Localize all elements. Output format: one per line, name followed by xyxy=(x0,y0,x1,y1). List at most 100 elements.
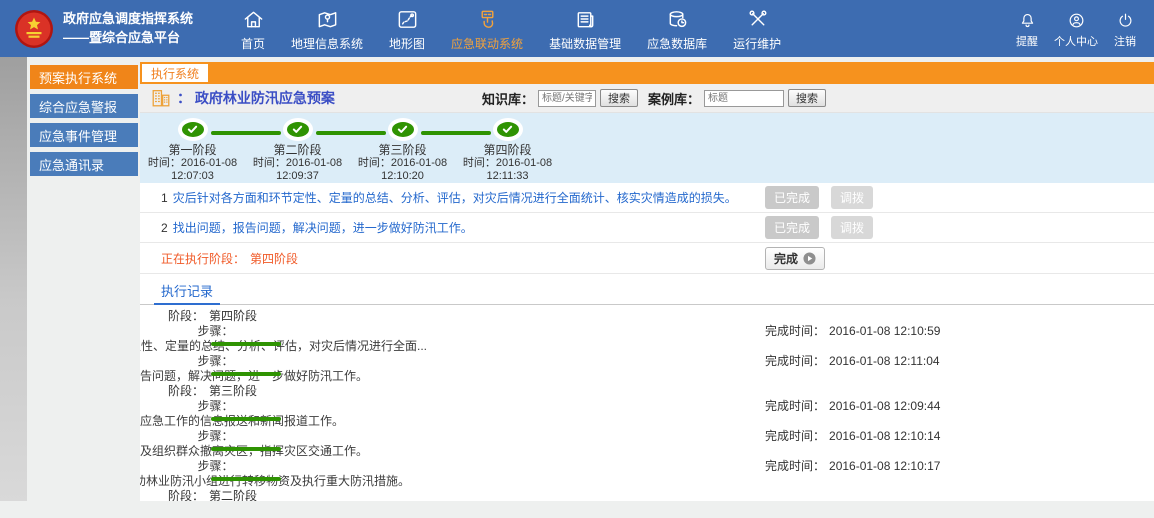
nav-item-emergency-database[interactable]: 应急数据库 xyxy=(634,0,720,58)
main-content: 执行系统 ： 政府林业防汛应急预案 知识库： 搜索 案例库： 搜索 xyxy=(140,62,1154,501)
task-buttons: 已完成调拨 xyxy=(765,216,873,239)
gis-map-icon xyxy=(316,8,339,32)
record-step-row: 步骤：开展防洪应急工作的信息报送和新闻报道工作。完成时间：2016-01-08 … xyxy=(140,399,245,429)
nav-item-label: 应急联动系统 xyxy=(451,35,523,52)
completion-time-label: 完成时间： xyxy=(765,459,825,473)
task-list: 1灾后针对各方面和环节定性、定量的总结、分析、评估，对灾后情况进行全面统计、核实… xyxy=(140,183,1154,243)
record-stage-name: 第二阶段 xyxy=(209,489,257,501)
nav-item-gis[interactable]: 地理信息系统 xyxy=(278,0,376,58)
record-step-label: 步骤： xyxy=(197,324,233,339)
terrain-map-icon xyxy=(396,8,419,32)
basic-data-icon xyxy=(574,8,597,32)
action-logout[interactable]: 注销 xyxy=(1110,2,1140,55)
stage-progress: 第一阶段时间：2016-01-0812:07:03第二阶段时间：2016-01-… xyxy=(140,113,1154,183)
finish-button-label: 完成 xyxy=(774,250,798,267)
sidebar-menu: 预案执行系统综合应急警报应急事件管理应急通讯录 xyxy=(0,62,140,176)
record-stage-label: 阶段： xyxy=(168,309,204,323)
app-title-line1: 政府应急调度指挥系统 xyxy=(63,10,193,28)
allocate-button[interactable]: 调拨 xyxy=(831,186,873,209)
record-stage-name: 第四阶段 xyxy=(209,309,257,323)
execution-record-list: 阶段：第四阶段步骤：灾后针对各方面和环节定性、定量的总结、分析、评估，对灾后情况… xyxy=(140,305,1154,501)
nav-item-maintenance[interactable]: 运行维护 xyxy=(720,0,794,58)
task-number: 1 xyxy=(161,191,168,205)
record-step-row: 步骤：灾后针对各方面和环节定性、定量的总结、分析、评估，对灾后情况进行全面...… xyxy=(140,324,245,354)
sidebar-item-contacts[interactable]: 应急通讯录 xyxy=(30,152,138,176)
stage-date-value: 2016-01-08 xyxy=(286,157,342,169)
execution-record-header: 执行记录 xyxy=(140,280,1154,305)
emergency-database-icon xyxy=(666,8,689,32)
play-icon xyxy=(803,252,816,265)
action-personal-center[interactable]: 个人中心 xyxy=(1050,2,1102,55)
record-stage-row: 阶段：第二阶段 xyxy=(140,489,1154,501)
stage-date: 时间：2016-01-08 xyxy=(463,157,552,170)
record-stage-label: 阶段： xyxy=(168,384,204,398)
record-completion-time: 完成时间： 2016-01-08 12:11:04 xyxy=(765,354,940,369)
nav-item-label: 基础数据管理 xyxy=(549,35,621,52)
record-step-text: 其他部门根据需要协助林业防汛小组进行转移物资及执行重大防汛措施。 xyxy=(140,474,410,489)
search-area: 知识库： 搜索 案例库： 搜索 xyxy=(482,89,826,108)
nav-item-home[interactable]: 首页 xyxy=(228,0,278,58)
record-stage-name: 第三阶段 xyxy=(209,384,257,398)
record-step-text: 灾后针对各方面和环节定性、定量的总结、分析、评估，对灾后情况进行全面... xyxy=(140,339,427,354)
power-icon xyxy=(1116,10,1135,30)
stage-name: 第二阶段 xyxy=(273,144,321,157)
maintenance-icon xyxy=(746,8,769,32)
completion-time-value: 2016-01-08 12:11:04 xyxy=(829,354,940,368)
record-stage-row: 阶段： 第四阶段 xyxy=(140,309,1154,324)
case-base-label: 案例库： xyxy=(648,89,700,108)
completed-button[interactable]: 已完成 xyxy=(765,186,819,209)
stage-time-value: 12:07:03 xyxy=(171,170,214,183)
plan-title: ： 政府林业防汛应急预案 xyxy=(177,88,335,108)
top-bar: 政府应急调度指挥系统 ——暨综合应急平台 首页地理信息系统地形图应急联动系统 基础… xyxy=(0,0,1154,57)
stage-complete-check-icon xyxy=(497,122,519,137)
record-step-text: 开展防洪应急工作的信息报送和新闻报道工作。 xyxy=(140,414,344,429)
user-actions: 提醒个人中心注销 xyxy=(1012,2,1140,55)
completion-time-label: 完成时间： xyxy=(765,324,825,338)
record-step-text: 找出问题，报告问题，解决问题，进一步做好防汛工作。 xyxy=(140,369,368,384)
sidebar-item-event-management[interactable]: 应急事件管理 xyxy=(30,123,138,147)
finish-button[interactable]: 完成 xyxy=(765,247,825,270)
stage-time-value: 12:10:20 xyxy=(381,170,424,183)
case-search-button[interactable]: 搜索 xyxy=(788,89,826,107)
nav-item-label: 运行维护 xyxy=(733,35,781,52)
nav-item-basic-data[interactable]: 基础数据管理 xyxy=(536,0,634,58)
action-label: 注销 xyxy=(1114,33,1136,49)
stage-step-1: 第一阶段时间：2016-01-0812:07:03 xyxy=(140,113,245,183)
sidebar-item-plan-execution[interactable]: 预案执行系统 xyxy=(30,65,138,89)
action-reminder[interactable]: 提醒 xyxy=(1012,2,1042,55)
completion-time-label: 完成时间： xyxy=(765,399,825,413)
user-icon xyxy=(1067,10,1086,30)
bell-icon xyxy=(1018,10,1037,30)
knowledge-search-input[interactable] xyxy=(538,90,596,107)
allocate-button[interactable]: 调拨 xyxy=(831,216,873,239)
sidebar-item-label: 综合应急警报 xyxy=(39,97,117,116)
record-step-row: 步骤：其他部门根据需要协助林业防汛小组进行转移物资及执行重大防汛措施。完成时间：… xyxy=(140,459,245,489)
case-search-input[interactable] xyxy=(704,90,784,107)
execution-record-title: 执行记录 xyxy=(154,280,220,305)
nav-item-label: 应急数据库 xyxy=(647,35,707,52)
stage-date: 时间：2016-01-08 xyxy=(148,157,237,170)
stage-time-value: 12:11:33 xyxy=(486,170,528,183)
record-step-label: 步骤： xyxy=(197,429,233,444)
current-stage-row: 正在执行阶段： 第四阶段 完成 xyxy=(140,243,1154,274)
sidebar-item-label: 预案执行系统 xyxy=(39,68,117,87)
stage-time-value: 12:09:37 xyxy=(276,170,319,183)
sidebar-item-emergency-alert[interactable]: 综合应急警报 xyxy=(30,94,138,118)
knowledge-search-button[interactable]: 搜索 xyxy=(600,89,638,107)
completed-button[interactable]: 已完成 xyxy=(765,216,819,239)
record-completion-time: 完成时间：2016-01-08 12:10:14 xyxy=(765,429,940,444)
record-completion-time: 完成时间：2016-01-08 12:10:17 xyxy=(765,459,940,474)
stage-step-2: 第二阶段时间：2016-01-0812:09:37 xyxy=(245,113,350,183)
app-title-line2: ——暨综合应急平台 xyxy=(63,29,193,47)
main-nav: 首页地理信息系统地形图应急联动系统 基础数据管理 应急数据库 运行维护 xyxy=(228,0,794,58)
stage-date-value: 2016-01-08 xyxy=(391,157,447,169)
current-stage-value: 第四阶段 xyxy=(250,250,298,267)
record-step-label: 步骤： xyxy=(197,399,233,414)
completion-time-label: 完成时间： xyxy=(765,354,825,368)
tab-execution-system[interactable]: 执行系统 xyxy=(142,64,208,82)
sidebar-item-label: 应急通讯录 xyxy=(39,155,104,174)
nav-item-emergency-linkage[interactable]: 应急联动系统 xyxy=(438,0,536,58)
nav-item-terrain-map[interactable]: 地形图 xyxy=(376,0,438,58)
task-description: 找出问题，报告问题，解决问题，进一步做好防汛工作。 xyxy=(173,219,473,236)
action-label: 个人中心 xyxy=(1054,33,1098,49)
